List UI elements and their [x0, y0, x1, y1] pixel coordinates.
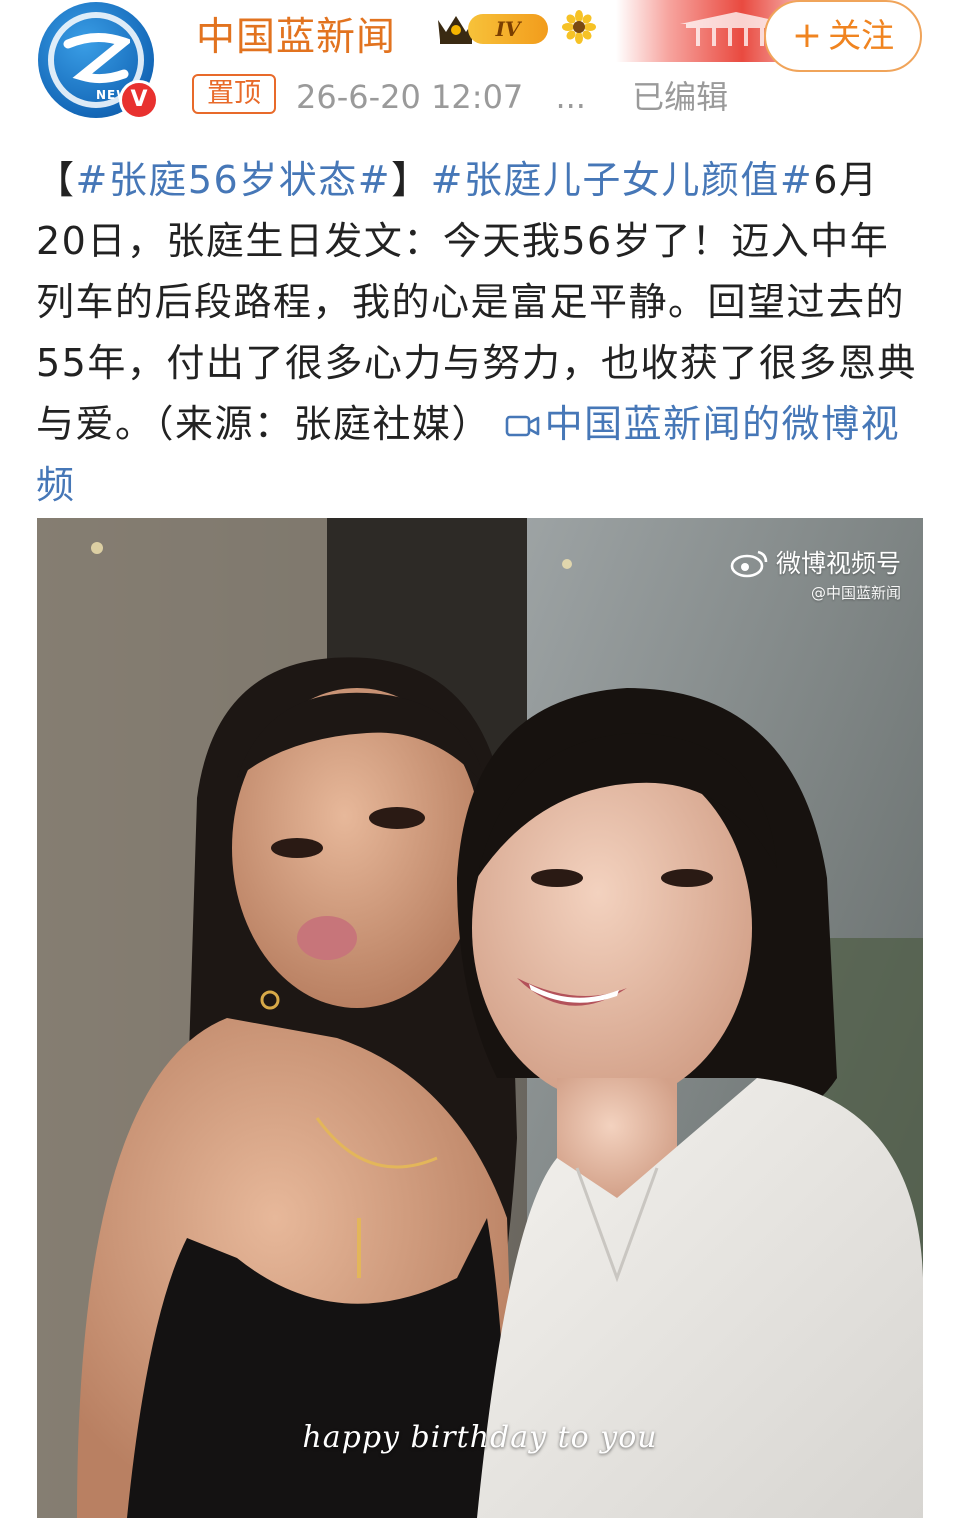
- hashtag-link[interactable]: #张庭儿子女儿颜值#: [431, 158, 814, 202]
- verified-badge: V: [119, 80, 159, 120]
- weibo-video-watermark: 微博视频号 @中国蓝新闻: [730, 544, 901, 603]
- level-badge-label: IV: [468, 14, 548, 44]
- hashtag-link[interactable]: #张庭56岁状态#: [76, 158, 392, 202]
- vip-level-badge: IV: [434, 10, 550, 46]
- video-player[interactable]: 微博视频号 @中国蓝新闻 happy birthday to you: [37, 518, 923, 1518]
- sunflower-icon: [562, 10, 596, 44]
- weibo-logo-icon: [730, 550, 768, 578]
- follow-button[interactable]: + 关注: [764, 0, 922, 72]
- video-frame-image: [37, 518, 923, 1518]
- more-ellipsis[interactable]: ...: [555, 78, 586, 116]
- post-meta: 26-6-20 12:07 ... 已编辑: [296, 72, 728, 118]
- edited-label[interactable]: 已编辑: [632, 78, 728, 116]
- bracket-open: 【: [36, 158, 76, 202]
- pinned-tag: 置顶: [192, 74, 276, 114]
- follow-label: 关注: [828, 16, 895, 55]
- video-camera-icon: [505, 415, 539, 437]
- account-name[interactable]: 中国蓝新闻: [196, 6, 396, 62]
- watermark-handle: @中国蓝新闻: [810, 584, 901, 602]
- video-subtitle: happy birthday to you: [302, 1420, 658, 1455]
- plus-icon: +: [791, 15, 823, 56]
- post-timestamp: 26-6-20 12:07: [296, 78, 524, 116]
- bracket-close: 】: [391, 158, 431, 202]
- post-header: NEW V 中国蓝新闻 IV + 关注 置顶 26-6-20 12:07 ...…: [0, 0, 960, 130]
- watermark-title: 微博视频号: [775, 549, 901, 578]
- zhejiang-logo-icon: [63, 33, 130, 84]
- post-text: 【#张庭56岁状态#】#张庭儿子女儿颜值#6月20日，张庭生日发文：今天我56岁…: [36, 150, 926, 516]
